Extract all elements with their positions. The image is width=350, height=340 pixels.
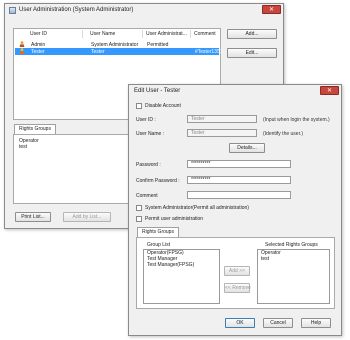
disable-account-checkbox[interactable] — [136, 103, 142, 109]
user-name-label: User Name : — [136, 131, 165, 137]
main-window-title: User Administration (System Administrato… — [19, 7, 134, 13]
user-name-hint: (Identify the user.) — [263, 131, 304, 137]
cancel-button[interactable]: Cancel — [263, 318, 293, 328]
permit-user-admin-label: Permit user administration — [145, 216, 204, 222]
main-titlebar: User Administration (System Administrato… — [5, 4, 283, 16]
ok-button[interactable]: OK — [225, 318, 255, 328]
column-header-user-id[interactable]: User ID — [30, 31, 47, 37]
edit-user-dialog: Edit User - Tester ✕ Disable Account Use… — [128, 84, 342, 336]
table-row-selected[interactable]: Tester Tester #Tester1351 — [15, 48, 223, 55]
column-header-admin[interactable]: User Administrat... — [146, 31, 187, 37]
column-header-user-name[interactable]: User Name — [90, 31, 115, 37]
user-id-label: User ID : — [136, 117, 156, 123]
close-icon: ✕ — [268, 7, 275, 13]
cell-user-name: Tester — [91, 49, 105, 55]
cell-user-id: Tester — [31, 49, 45, 55]
main-close-button[interactable]: ✕ — [262, 5, 281, 14]
add-button[interactable]: Add... — [227, 29, 277, 39]
tab-rights-groups[interactable]: Rights Groups — [14, 124, 56, 134]
tab-dialog-rights-groups[interactable]: Rights Groups — [137, 227, 179, 237]
cell-comment: #Tester1351 — [195, 49, 223, 55]
window-icon — [9, 6, 16, 14]
print-list-button[interactable]: Print List... — [15, 212, 51, 222]
system-administrator-checkbox[interactable] — [136, 205, 142, 211]
help-button[interactable]: Help — [301, 318, 331, 328]
group-list-label: Group List — [147, 242, 171, 248]
user-name-field[interactable]: Tester — [187, 129, 257, 137]
group-list[interactable]: Operator(FPSG) Test Manager Test Manager… — [143, 249, 220, 304]
selected-groups-label: Selected Rights Groups — [265, 242, 318, 248]
confirm-password-label: Confirm Password : — [136, 178, 180, 184]
password-field[interactable]: ********** — [187, 160, 291, 168]
comment-field[interactable] — [187, 191, 291, 199]
dialog-rights-groups-panel: Group List Operator(FPSG) Test Manager T… — [136, 237, 335, 309]
remove-group-button[interactable]: << Remove — [224, 283, 251, 293]
add-by-list-button[interactable]: Add by List... — [63, 212, 111, 222]
list-item[interactable]: test — [261, 256, 326, 263]
permit-user-admin-checkbox[interactable] — [136, 216, 142, 222]
add-group-button[interactable]: Add >> — [224, 266, 250, 276]
user-icon — [19, 48, 25, 54]
user-id-hint: (Input when login the system.) — [263, 117, 330, 123]
user-icon — [19, 41, 25, 47]
column-divider[interactable] — [142, 30, 143, 38]
edit-button[interactable]: Edit... — [227, 48, 277, 58]
column-header-comment[interactable]: Comment — [194, 31, 216, 37]
column-divider[interactable] — [82, 30, 83, 38]
password-label: Password : — [136, 162, 161, 168]
dialog-close-button[interactable]: ✕ — [320, 86, 339, 95]
system-administrator-label: System Administrator(Permit all administ… — [145, 205, 249, 211]
dialog-title: Edit User - Tester — [134, 88, 181, 94]
dialog-titlebar: Edit User - Tester ✕ — [129, 85, 341, 97]
rights-groups-list[interactable]: Operator test — [16, 137, 136, 201]
table-row[interactable]: Admin System Administrator Permitted — [15, 41, 219, 48]
close-icon: ✕ — [326, 88, 333, 94]
comment-label: Comment — [136, 193, 158, 199]
details-button[interactable]: Details... — [229, 143, 265, 153]
disable-account-label: Disable Account — [145, 103, 181, 109]
selected-groups-list[interactable]: Operator test — [257, 249, 330, 304]
user-id-field[interactable]: Tester — [187, 115, 257, 123]
list-item[interactable]: test — [19, 144, 133, 151]
confirm-password-field[interactable]: ********** — [187, 176, 291, 184]
column-divider[interactable] — [190, 30, 191, 38]
list-item[interactable]: Test Manager(FPSG) — [147, 262, 216, 269]
